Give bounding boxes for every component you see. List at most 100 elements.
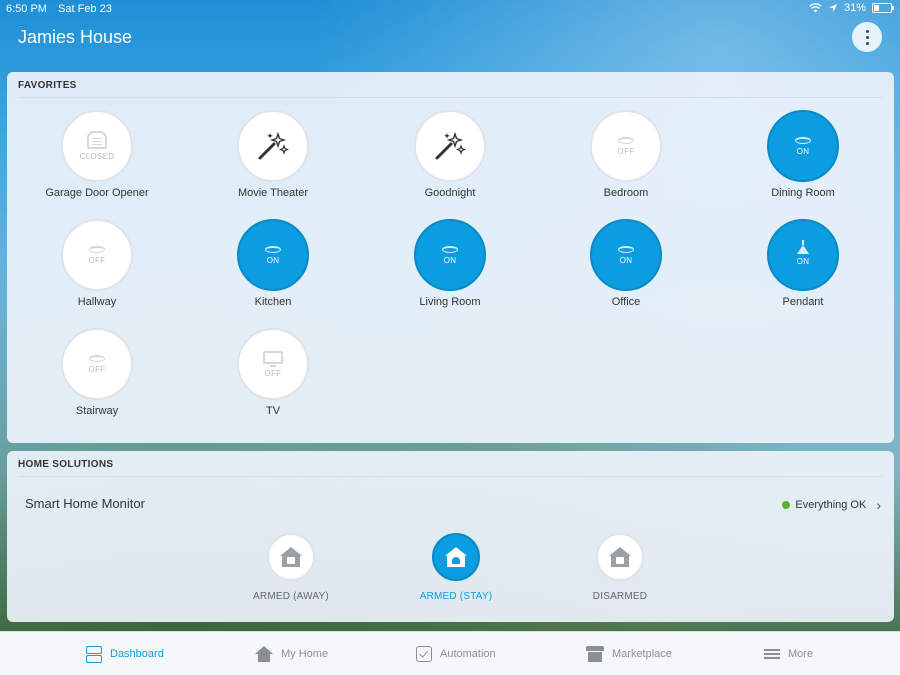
dot xyxy=(865,29,869,33)
device-toggle-button[interactable]: OFF xyxy=(61,219,133,291)
tab-label: Dashboard xyxy=(110,648,164,660)
favorite-tile[interactable]: ON Dining Room xyxy=(728,110,878,199)
favorite-tile[interactable]: ON Office xyxy=(551,219,701,308)
favorites-title: FAVORITES xyxy=(18,80,77,91)
house-unlock-icon xyxy=(609,547,631,567)
device-label: Stairway xyxy=(75,405,119,417)
smart-home-monitor-label[interactable]: Smart Home Monitor xyxy=(25,496,145,511)
monitor-status-text: Everything OK xyxy=(795,499,867,511)
device-label: Dining Room xyxy=(771,187,835,199)
status-ok-dot xyxy=(782,501,791,509)
menu-icon xyxy=(764,648,780,660)
favorite-tile[interactable]: Goodnight xyxy=(375,110,525,199)
tab-bar: Dashboard My Home Automation Marketplace… xyxy=(0,631,900,675)
device-state: ON xyxy=(796,146,810,156)
magic-wand-icon xyxy=(258,131,290,160)
device-toggle-button[interactable]: ON xyxy=(767,110,839,182)
home-icon xyxy=(255,646,273,662)
light-icon xyxy=(89,354,105,362)
tab-automation[interactable]: Automation xyxy=(416,632,496,675)
tab-dashboard[interactable]: Dashboard xyxy=(86,632,164,675)
device-label: Bedroom xyxy=(603,187,649,199)
house-person-icon xyxy=(445,547,467,567)
arm-stay-button[interactable]: ARMED (STAY) xyxy=(396,533,516,602)
device-label: Living Room xyxy=(419,296,481,308)
device-label: Movie Theater xyxy=(237,187,309,199)
house-lock-icon xyxy=(280,547,302,567)
device-toggle-button[interactable]: OFF xyxy=(61,328,133,400)
arm-away-label: ARMED (AWAY) xyxy=(253,591,329,602)
disarm-circle[interactable] xyxy=(596,533,644,581)
device-label: TV xyxy=(265,405,281,417)
device-toggle-button[interactable]: ON xyxy=(590,219,662,291)
device-state: ON xyxy=(796,256,810,266)
dot xyxy=(865,35,869,39)
arm-stay-circle[interactable] xyxy=(432,533,480,581)
location-arrow-icon xyxy=(828,4,837,12)
favorite-tile[interactable]: OFF Stairway xyxy=(22,328,172,417)
device-state: ON xyxy=(443,255,457,265)
device-toggle-button[interactable]: ON xyxy=(767,219,839,291)
device-toggle-button[interactable]: OFF xyxy=(237,328,309,400)
light-icon xyxy=(265,245,281,253)
favorite-tile[interactable]: Movie Theater xyxy=(198,110,348,199)
favorite-tile[interactable]: OFF TV xyxy=(198,328,348,417)
garage-icon xyxy=(87,131,107,149)
device-toggle-button[interactable]: ON xyxy=(414,219,486,291)
chevron-right-icon: › xyxy=(876,497,881,513)
tab-more[interactable]: More xyxy=(764,632,813,675)
tab-label: More xyxy=(788,648,814,660)
monitor-status[interactable]: Everything OK › xyxy=(782,497,881,513)
battery-percent: 31% xyxy=(843,2,866,14)
device-state: ON xyxy=(266,255,280,265)
favorite-tile[interactable]: ON Pendant xyxy=(728,219,878,308)
favorite-tile[interactable]: ON Kitchen xyxy=(198,219,348,308)
device-label: Hallway xyxy=(77,296,117,308)
tab-my-home[interactable]: My Home xyxy=(255,632,328,675)
device-toggle-button[interactable]: CLOSED xyxy=(61,110,133,182)
home-solutions-title: HOME SOLUTIONS xyxy=(18,459,114,470)
home-solutions-card: HOME SOLUTIONS Smart Home Monitor Everyt… xyxy=(7,451,894,622)
device-toggle-button[interactable]: OFF xyxy=(590,110,662,182)
device-toggle-button[interactable]: ON xyxy=(237,219,309,291)
device-state: OFF xyxy=(617,146,635,156)
tab-label: My Home xyxy=(281,648,329,660)
device-label: Garage Door Opener xyxy=(45,187,149,199)
battery-icon xyxy=(872,3,894,13)
favorite-tile[interactable]: ON Living Room xyxy=(375,219,525,308)
magic-wand-icon xyxy=(435,131,467,160)
device-label: Office xyxy=(611,296,641,308)
device-toggle-button[interactable] xyxy=(237,110,309,182)
more-options-button[interactable] xyxy=(852,22,882,52)
device-label: Kitchen xyxy=(254,296,292,308)
tab-label: Marketplace xyxy=(612,648,672,660)
device-state: ON xyxy=(619,255,633,265)
light-icon xyxy=(618,245,634,253)
status-time: 6:50 PM xyxy=(6,3,47,15)
device-label: Pendant xyxy=(782,296,824,308)
automation-icon xyxy=(416,646,432,662)
status-bar: 6:50 PM Sat Feb 23 31% xyxy=(0,0,900,18)
light-icon xyxy=(89,245,105,253)
tab-marketplace[interactable]: Marketplace xyxy=(586,632,672,675)
tab-label: Automation xyxy=(440,648,496,660)
favorite-tile[interactable]: OFF Bedroom xyxy=(551,110,701,199)
arm-away-button[interactable]: ARMED (AWAY) xyxy=(231,533,351,602)
location-title[interactable]: Jamies House xyxy=(18,27,132,48)
marketplace-icon xyxy=(586,646,604,662)
favorite-tile[interactable]: CLOSED Garage Door Opener xyxy=(22,110,172,199)
device-state: CLOSED xyxy=(79,152,115,161)
arm-away-circle[interactable] xyxy=(267,533,315,581)
light-icon xyxy=(442,245,458,253)
tv-icon xyxy=(263,350,283,367)
dot xyxy=(865,41,869,45)
divider xyxy=(18,476,883,477)
dashboard-icon xyxy=(86,645,102,663)
disarm-button[interactable]: DISARMED xyxy=(560,533,680,602)
favorite-tile[interactable]: OFF Hallway xyxy=(22,219,172,308)
device-state: OFF xyxy=(88,255,106,265)
pendant-light-icon xyxy=(797,239,809,254)
device-label: Goodnight xyxy=(424,187,476,199)
device-state: OFF xyxy=(88,364,106,374)
device-toggle-button[interactable] xyxy=(414,110,486,182)
